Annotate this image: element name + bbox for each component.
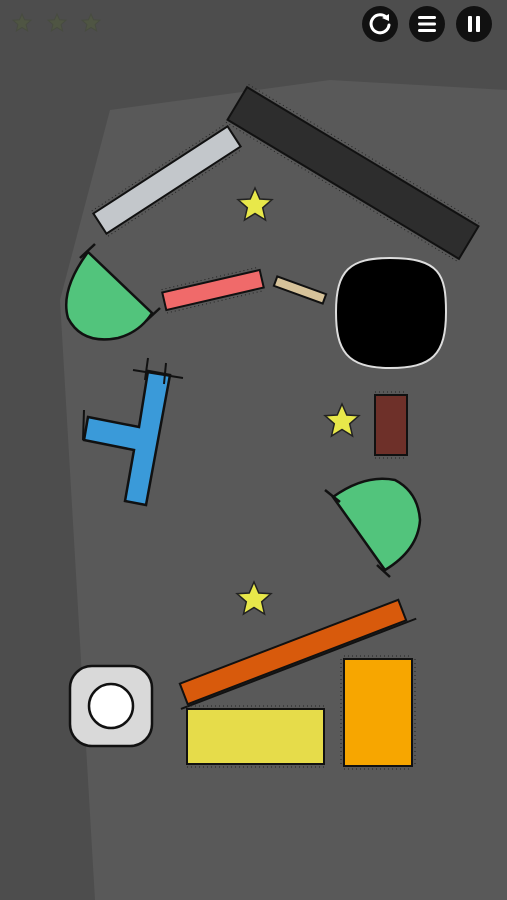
ball[interactable] (87, 682, 135, 730)
pause-icon (468, 16, 480, 32)
yellow-block[interactable] (186, 705, 325, 768)
restart-button[interactable] (362, 6, 398, 42)
menu-button[interactable] (409, 6, 445, 42)
restart-icon (369, 13, 391, 35)
ball-launcher[interactable] (68, 664, 154, 748)
black-blob[interactable] (334, 256, 448, 370)
amber-block[interactable] (340, 655, 416, 770)
pause-button[interactable] (456, 6, 492, 42)
game-board (0, 0, 507, 900)
menu-icon (418, 16, 436, 32)
dark-red-block[interactable] (374, 391, 408, 459)
